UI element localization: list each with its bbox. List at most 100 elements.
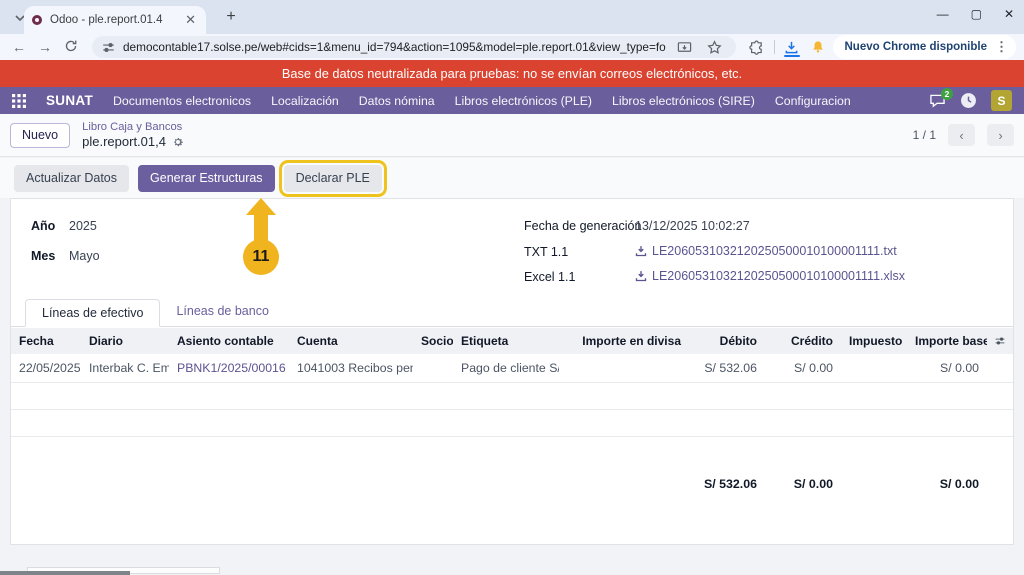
send-to-device-button[interactable] — [674, 36, 696, 58]
reload-icon — [65, 40, 77, 51]
window-controls: — ▢ ✕ — [937, 3, 1014, 25]
forward-button[interactable]: → — [34, 39, 56, 55]
tab-close-icon[interactable]: ✕ — [183, 12, 198, 28]
tab-lineas-efectivo[interactable]: Líneas de efectivo — [25, 299, 161, 327]
extensions-button[interactable] — [746, 36, 768, 58]
toolbar-divider — [773, 40, 775, 54]
puzzle-icon — [749, 40, 762, 55]
browser-tabstrip: Odoo - ple.report.01.4 ✕ + — ▢ ✕ — [0, 0, 1024, 34]
col-cuenta[interactable]: Cuenta — [289, 328, 413, 354]
messages-count-badge: 2 — [941, 88, 953, 100]
breadcrumb-record: ple.report.01,4 — [82, 134, 184, 150]
apps-menu-button[interactable] — [12, 93, 26, 108]
menu-datos-nomina[interactable]: Datos nómina — [359, 94, 435, 108]
col-diario[interactable]: Diario — [81, 328, 169, 354]
total-credito: S/ 0.00 — [793, 476, 833, 491]
col-importe-base[interactable]: Importe base — [907, 328, 987, 354]
breadcrumb: Libro Caja y Bancos ple.report.01,4 — [82, 120, 184, 150]
new-record-button[interactable]: Nuevo — [10, 122, 71, 148]
excel-file-label: Excel 1.1 — [524, 270, 576, 284]
browser-menu-icon[interactable]: ⋮ — [993, 39, 1010, 55]
col-socio[interactable]: Socio — [413, 328, 453, 354]
horizontal-scrollbar-thumb[interactable] — [0, 571, 130, 575]
reload-button[interactable] — [60, 39, 82, 56]
pager-next-button[interactable]: › — [987, 124, 1014, 146]
cell-diario[interactable]: Interbak C. Empresa — [81, 354, 169, 383]
year-label: Año — [31, 219, 56, 233]
file-download-icon — [635, 271, 647, 282]
tab-title: Odoo - ple.report.01.4 — [50, 14, 163, 26]
back-button[interactable]: ← — [8, 39, 30, 55]
cell-impuesto[interactable] — [841, 354, 907, 383]
col-asiento-contable[interactable]: Asiento contable — [169, 328, 289, 354]
menu-configuracion[interactable]: Configuracion — [775, 94, 851, 108]
breadcrumb-parent[interactable]: Libro Caja y Bancos — [82, 120, 184, 134]
col-debito[interactable]: Débito — [689, 328, 765, 354]
cell-importe-base[interactable]: S/ 0.00 — [907, 354, 987, 383]
form-sheet: Año 2025 Mes Mayo Fecha de generación 13… — [10, 198, 1014, 545]
declarar-ple-button[interactable]: Declarar PLE — [283, 164, 382, 192]
browser-toolbar: ← → democontable17.solse.pe/web#cids=1&m… — [0, 34, 1024, 60]
table-row[interactable]: 22/05/2025 Interbak C. Empresa PBNK1/202… — [11, 354, 1013, 383]
cell-socio[interactable] — [413, 354, 453, 383]
bookmark-button[interactable] — [704, 36, 726, 58]
send-to-device-icon — [677, 41, 692, 52]
year-field[interactable]: 2025 — [69, 219, 97, 233]
new-tab-button[interactable]: + — [220, 6, 242, 28]
txt-file-name: LE2060531032120250500010100001111.txt — [652, 244, 897, 258]
menu-libros-sire[interactable]: Libros electrónicos (SIRE) — [612, 94, 755, 108]
control-panel: Nuevo Libro Caja y Bancos ple.report.01,… — [0, 114, 1024, 157]
cell-importe-divisa[interactable] — [559, 354, 689, 383]
activities-button[interactable] — [960, 92, 977, 109]
cell-credito[interactable]: S/ 0.00 — [765, 354, 841, 383]
cell-asiento-contable[interactable]: PBNK1/2025/00016 — [169, 354, 289, 383]
txt-file-link[interactable]: LE2060531032120250500010100001111.txt — [635, 244, 897, 258]
excel-file-name: LE2060531032120250500010100001111.xlsx — [652, 269, 906, 283]
messages-button[interactable]: 2 — [929, 88, 953, 108]
col-etiqueta[interactable]: Etiqueta — [453, 328, 559, 354]
url-bar[interactable]: democontable17.solse.pe/web#cids=1&menu_… — [92, 36, 736, 58]
actualizar-datos-button[interactable]: Actualizar Datos — [14, 164, 130, 192]
menu-documentos-electronicos[interactable]: Documentos electronicos — [113, 94, 251, 108]
menu-libros-ple[interactable]: Libros electrónicos (PLE) — [455, 94, 592, 108]
txt-file-label: TXT 1.1 — [524, 245, 569, 259]
bell-icon — [812, 41, 823, 53]
excel-file-link[interactable]: LE2060531032120250500010100001111.xlsx — [635, 269, 905, 283]
cell-debito[interactable]: S/ 532.06 — [689, 354, 765, 383]
pager-previous-button[interactable]: ‹ — [948, 124, 975, 146]
notification-button[interactable] — [807, 36, 829, 58]
neutralized-db-banner: Base de datos neutralizada para pruebas:… — [0, 60, 1024, 87]
app-brand[interactable]: SUNAT — [46, 93, 93, 108]
col-impuesto[interactable]: Impuesto — [841, 328, 907, 354]
user-avatar[interactable]: S — [991, 90, 1012, 111]
total-importe-base: S/ 0.00 — [939, 476, 979, 491]
minimize-button[interactable]: — — [937, 3, 949, 25]
generar-estructuras-button[interactable]: Generar Estructuras — [138, 164, 275, 192]
optional-columns-button[interactable] — [995, 334, 1005, 348]
cell-fecha[interactable]: 22/05/2025 — [11, 354, 81, 383]
cell-etiqueta[interactable]: Pago de cliente S/ 532.... — [453, 354, 559, 383]
apps-grid-icon — [12, 93, 26, 108]
col-importe-divisa[interactable]: Importe en divisa — [559, 328, 689, 354]
cell-cuenta[interactable]: 1041003 Recibos pendi... — [289, 354, 413, 383]
maximize-button[interactable]: ▢ — [971, 3, 982, 25]
pager-count: 1 / 1 — [912, 128, 936, 142]
month-field[interactable]: Mayo — [69, 249, 100, 263]
tab-lineas-banco[interactable]: Líneas de banco — [160, 298, 284, 326]
col-fecha[interactable]: Fecha — [11, 328, 81, 354]
gear-icon[interactable] — [172, 136, 184, 148]
chrome-update-button[interactable]: Nuevo Chrome disponible ⋮ — [832, 35, 1016, 59]
browser-tab[interactable]: Odoo - ple.report.01.4 ✕ — [24, 6, 206, 34]
site-settings-icon — [103, 42, 114, 52]
close-window-button[interactable]: ✕ — [1004, 3, 1014, 25]
generation-date-label: Fecha de generación — [524, 219, 642, 233]
menu-localizacion[interactable]: Localización — [271, 94, 339, 108]
clock-icon — [961, 93, 976, 108]
empty-row — [11, 382, 1013, 410]
generation-date-field: 13/12/2025 10:02:27 — [635, 219, 750, 233]
url-text: democontable17.solse.pe/web#cids=1&menu_… — [123, 40, 666, 54]
file-download-icon — [635, 246, 647, 257]
col-credito[interactable]: Crédito — [765, 328, 841, 354]
odoo-navbar: SUNAT Documentos electronicos Localizaci… — [0, 87, 1024, 114]
downloads-button[interactable] — [781, 36, 803, 58]
